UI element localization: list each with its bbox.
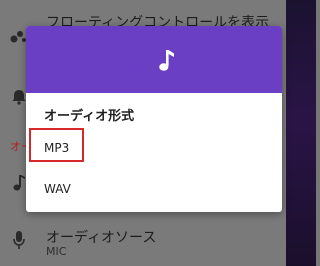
audio-source-value: MIC xyxy=(46,245,67,258)
audio-source-label: オーディオソース xyxy=(46,230,157,246)
music-note-icon xyxy=(159,50,174,71)
microphone-icon xyxy=(13,231,25,249)
option-wav[interactable]: WAV xyxy=(26,171,282,207)
mp3-highlight-box xyxy=(29,128,84,162)
audio-format-dialog: オーディオ形式 MP3 WAV xyxy=(26,26,282,212)
option-wav-label: WAV xyxy=(44,182,71,196)
dialog-header xyxy=(26,26,282,93)
dialog-title: オーディオ形式 xyxy=(44,109,135,124)
background-edge-strip xyxy=(286,0,316,266)
music-note-small-icon xyxy=(13,175,25,191)
